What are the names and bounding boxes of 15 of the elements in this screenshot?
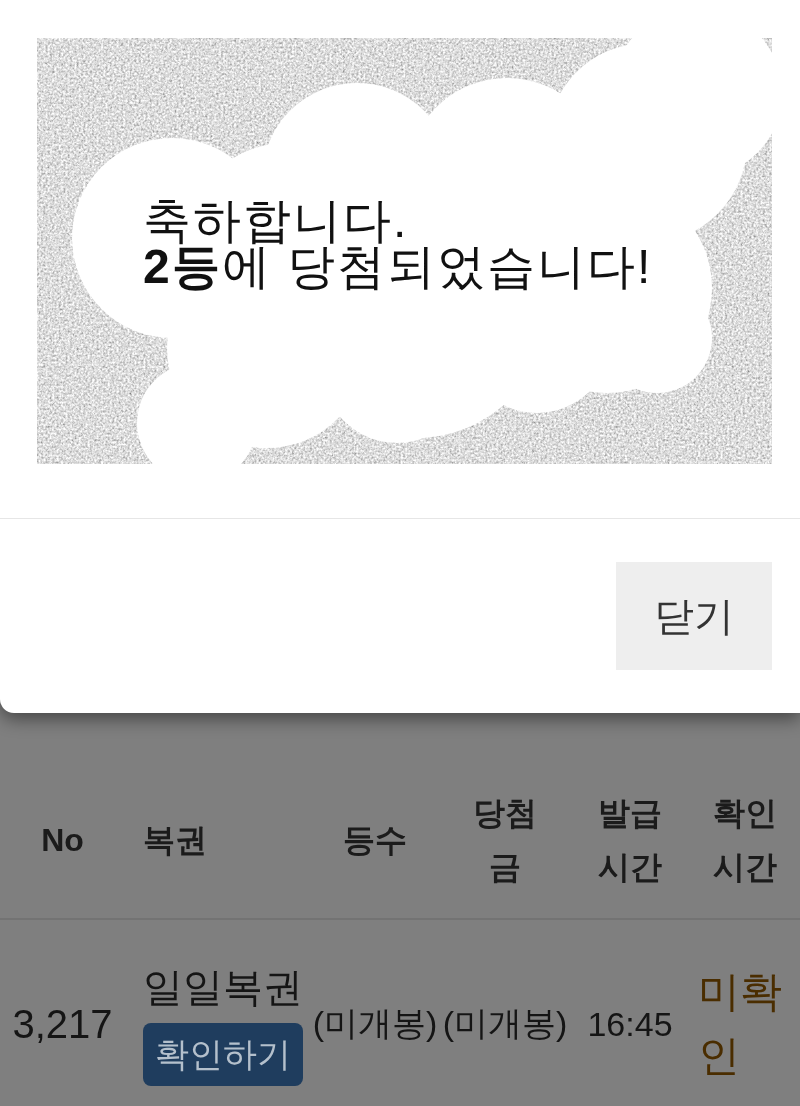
column-header: 확인시간 bbox=[712, 794, 778, 887]
table-cell-text: (미개봉) bbox=[442, 1003, 568, 1044]
status-text: 미확인 bbox=[697, 967, 783, 1081]
column-header: 당첨금 bbox=[472, 794, 538, 887]
column-header: 복권 bbox=[143, 821, 207, 860]
column-header: 발급시간 bbox=[597, 794, 663, 887]
table-cell-text: (미개봉) bbox=[312, 1003, 438, 1044]
close-button[interactable]: 닫기 bbox=[616, 562, 772, 670]
table-cell: 16:45 bbox=[587, 1004, 673, 1044]
column-header: No bbox=[41, 821, 84, 860]
column-header: 등수 bbox=[343, 821, 407, 860]
table-cell: 3,217 bbox=[12, 1001, 113, 1047]
prize-message: 축하합니다. 2등에 당첨되었습니다! bbox=[143, 198, 653, 290]
lottery-name: 일일복권 bbox=[143, 963, 303, 1011]
check-button[interactable]: 확인하기 bbox=[143, 1022, 303, 1086]
